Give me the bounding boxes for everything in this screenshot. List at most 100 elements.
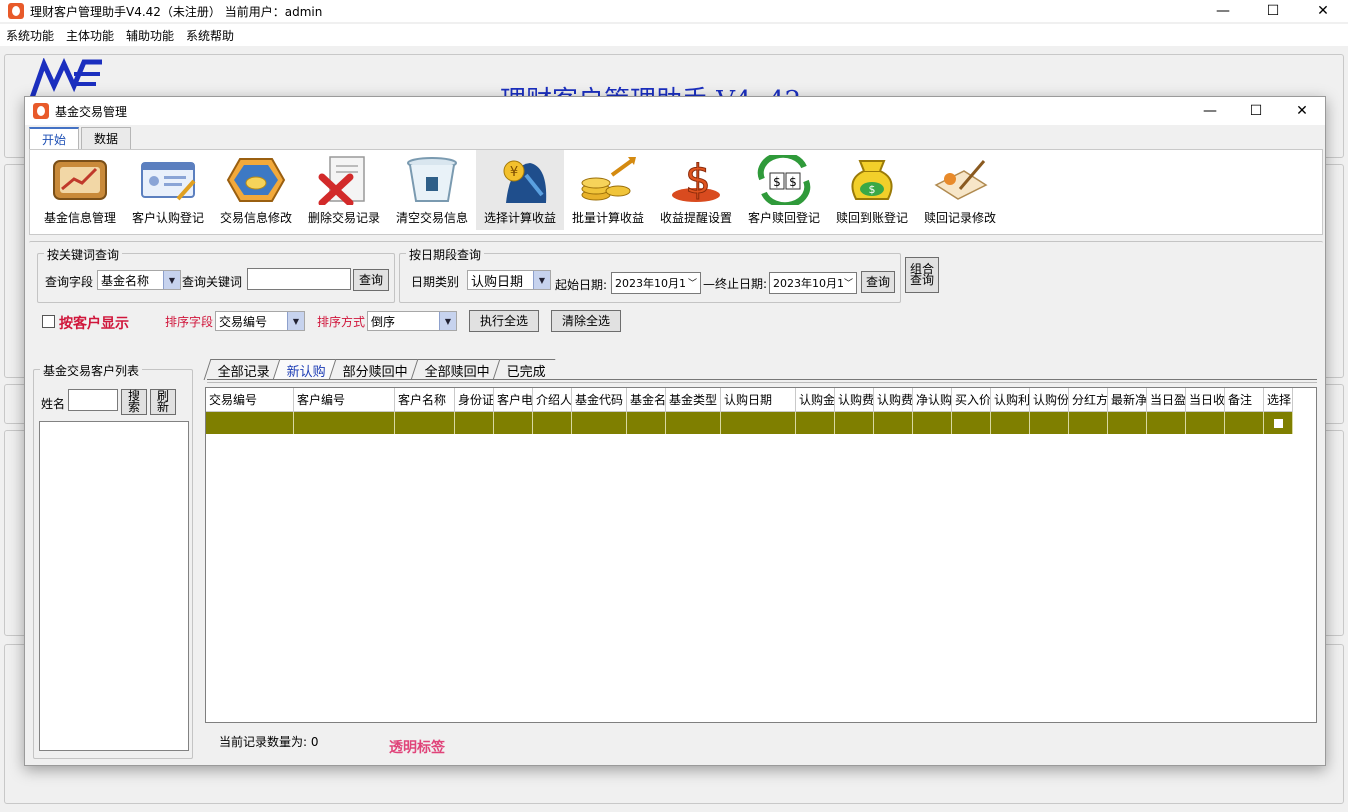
table-cell[interactable] [952, 412, 991, 434]
table-cell[interactable] [721, 412, 796, 434]
dialog-minimize-button[interactable]: — [1187, 97, 1233, 125]
column-header[interactable]: 客户电 [494, 388, 533, 412]
by-customer-checkbox[interactable] [42, 315, 55, 328]
table-cell[interactable] [874, 412, 913, 434]
clear-all-button[interactable]: 清除全选 [551, 310, 621, 332]
table-cell[interactable] [1147, 412, 1186, 434]
menu-system[interactable]: 系统功能 [0, 27, 60, 44]
table-cell[interactable] [1108, 412, 1147, 434]
column-header[interactable]: 认购费 [874, 388, 913, 412]
start-date-picker[interactable]: 2023年10月1 ﹀ [611, 272, 701, 294]
column-header[interactable]: 认购金 [796, 388, 835, 412]
column-header[interactable]: 备注 [1225, 388, 1264, 412]
row-select-checkbox[interactable] [1273, 418, 1283, 428]
menu-aux[interactable]: 辅助功能 [120, 27, 180, 44]
edit-transaction-button[interactable]: 交易信息修改 [212, 150, 300, 230]
query-field-select[interactable]: 基金名称 ▼ [97, 270, 181, 290]
combo-query-button[interactable]: 组合查询 [905, 257, 939, 293]
edit-redeem-record-button[interactable]: 赎回记录修改 [916, 150, 1004, 230]
ribbon-tab-data[interactable]: 数据 [81, 127, 132, 149]
main-minimize-button[interactable]: — [1198, 0, 1248, 22]
column-header[interactable]: 选择 [1264, 388, 1293, 412]
table-cell[interactable] [1030, 412, 1069, 434]
column-header[interactable]: 认购费 [835, 388, 874, 412]
column-header[interactable]: 身份证 [455, 388, 494, 412]
main-close-button[interactable]: ✕ [1298, 0, 1348, 22]
tab-new-subscription[interactable]: 新认购 [272, 359, 336, 380]
table-cell[interactable] [533, 412, 572, 434]
customer-search-button[interactable]: 搜索 [121, 389, 147, 415]
select-all-button[interactable]: 执行全选 [469, 310, 539, 332]
customer-name-input[interactable] [68, 389, 118, 411]
delete-transaction-button[interactable]: 删除交易记录 [300, 150, 388, 230]
table-cell[interactable] [627, 412, 666, 434]
column-header[interactable]: 净认购 [913, 388, 952, 412]
table-cell[interactable] [1069, 412, 1108, 434]
customer-refresh-button[interactable]: 刷新 [150, 389, 176, 415]
profit-reminder-button[interactable]: $ 收益提醒设置 [652, 150, 740, 230]
column-header[interactable]: 分红方 [1069, 388, 1108, 412]
redeem-arrival-button[interactable]: $ 赎回到账登记 [828, 150, 916, 230]
customer-subscribe-button[interactable]: 客户认购登记 [124, 150, 212, 230]
date-query-button[interactable]: 查询 [861, 271, 895, 293]
column-header[interactable]: 买入价 [952, 388, 991, 412]
customer-redeem-button[interactable]: $ $ 客户赎回登记 [740, 150, 828, 230]
table-cell[interactable] [1186, 412, 1225, 434]
table-cell[interactable] [1264, 412, 1293, 434]
table-cell[interactable] [294, 412, 395, 434]
tab-full-redeem[interactable]: 全部赎回中 [410, 359, 500, 380]
table-cell[interactable] [455, 412, 494, 434]
batch-calc-profit-button[interactable]: 批量计算收益 [564, 150, 652, 230]
menu-help[interactable]: 系统帮助 [180, 27, 240, 44]
dialog-maximize-button[interactable]: ☐ [1233, 97, 1279, 125]
column-header[interactable]: 当日收 [1186, 388, 1225, 412]
tab-partial-redeem[interactable]: 部分赎回中 [328, 359, 418, 380]
column-header[interactable]: 认购份 [1030, 388, 1069, 412]
name-label: 姓名 [41, 397, 66, 411]
grid-header: 交易编号 客户编号 客户名称 身份证 客户电 介绍人 基金代码 基金名 基金类型 认购日期 认购金认… [206, 388, 1293, 412]
column-header[interactable]: 基金类型 [666, 388, 721, 412]
column-header[interactable]: 客户编号 [294, 388, 395, 412]
tool-label: 客户赎回登记 [747, 211, 820, 225]
column-header[interactable]: 认购日期 [721, 388, 796, 412]
table-cell[interactable] [494, 412, 533, 434]
clear-transactions-button[interactable]: 清空交易信息 [388, 150, 476, 230]
column-header[interactable]: 交易编号 [206, 388, 294, 412]
table-cell[interactable] [666, 412, 721, 434]
tab-completed[interactable]: 已完成 [492, 359, 556, 380]
sort-field-select[interactable]: 交易编号 ▼ [215, 311, 305, 331]
column-header[interactable]: 客户名称 [395, 388, 455, 412]
table-cell[interactable] [796, 412, 835, 434]
select-calc-profit-button[interactable]: ¥ 选择计算收益 [476, 150, 564, 230]
column-header[interactable]: 介绍人 [533, 388, 572, 412]
keyword-query-button[interactable]: 查询 [353, 269, 389, 291]
end-date-value: 2023年10月1 [773, 277, 844, 290]
end-date-picker[interactable]: 2023年10月1 ﹀ [769, 272, 857, 294]
table-cell[interactable] [206, 412, 294, 434]
main-maximize-button[interactable]: ☐ [1248, 0, 1298, 22]
date-type-select[interactable]: 认购日期 ▼ [467, 270, 551, 290]
dialog-close-button[interactable]: ✕ [1279, 97, 1325, 125]
table-cell[interactable] [991, 412, 1030, 434]
column-header[interactable]: 基金名 [627, 388, 666, 412]
column-header[interactable]: 认购利 [991, 388, 1030, 412]
transaction-grid[interactable]: 交易编号 客户编号 客户名称 身份证 客户电 介绍人 基金代码 基金名 基金类型 认购日期 认购金认… [205, 387, 1317, 723]
table-cell[interactable] [1225, 412, 1264, 434]
sort-order-select[interactable]: 倒序 ▼ [367, 311, 457, 331]
table-cell[interactable] [572, 412, 627, 434]
customer-list[interactable] [39, 421, 189, 751]
ribbon-tab-start[interactable]: 开始 [29, 127, 80, 149]
table-cell[interactable] [835, 412, 874, 434]
table-cell[interactable] [395, 412, 455, 434]
tab-all-records[interactable]: 全部记录 [203, 359, 280, 380]
customer-list-legend: 基金交易客户列表 [40, 362, 143, 379]
table-row[interactable] [206, 412, 1293, 434]
column-header[interactable]: 当日盈 [1147, 388, 1186, 412]
column-header[interactable]: 基金代码 [572, 388, 627, 412]
chevron-down-icon: ▼ [439, 312, 456, 330]
table-cell[interactable] [913, 412, 952, 434]
query-keyword-input[interactable] [247, 268, 351, 290]
column-header[interactable]: 最新净 [1108, 388, 1147, 412]
fund-info-button[interactable]: 基金信息管理 [36, 150, 124, 230]
menu-main[interactable]: 主体功能 [60, 27, 120, 44]
